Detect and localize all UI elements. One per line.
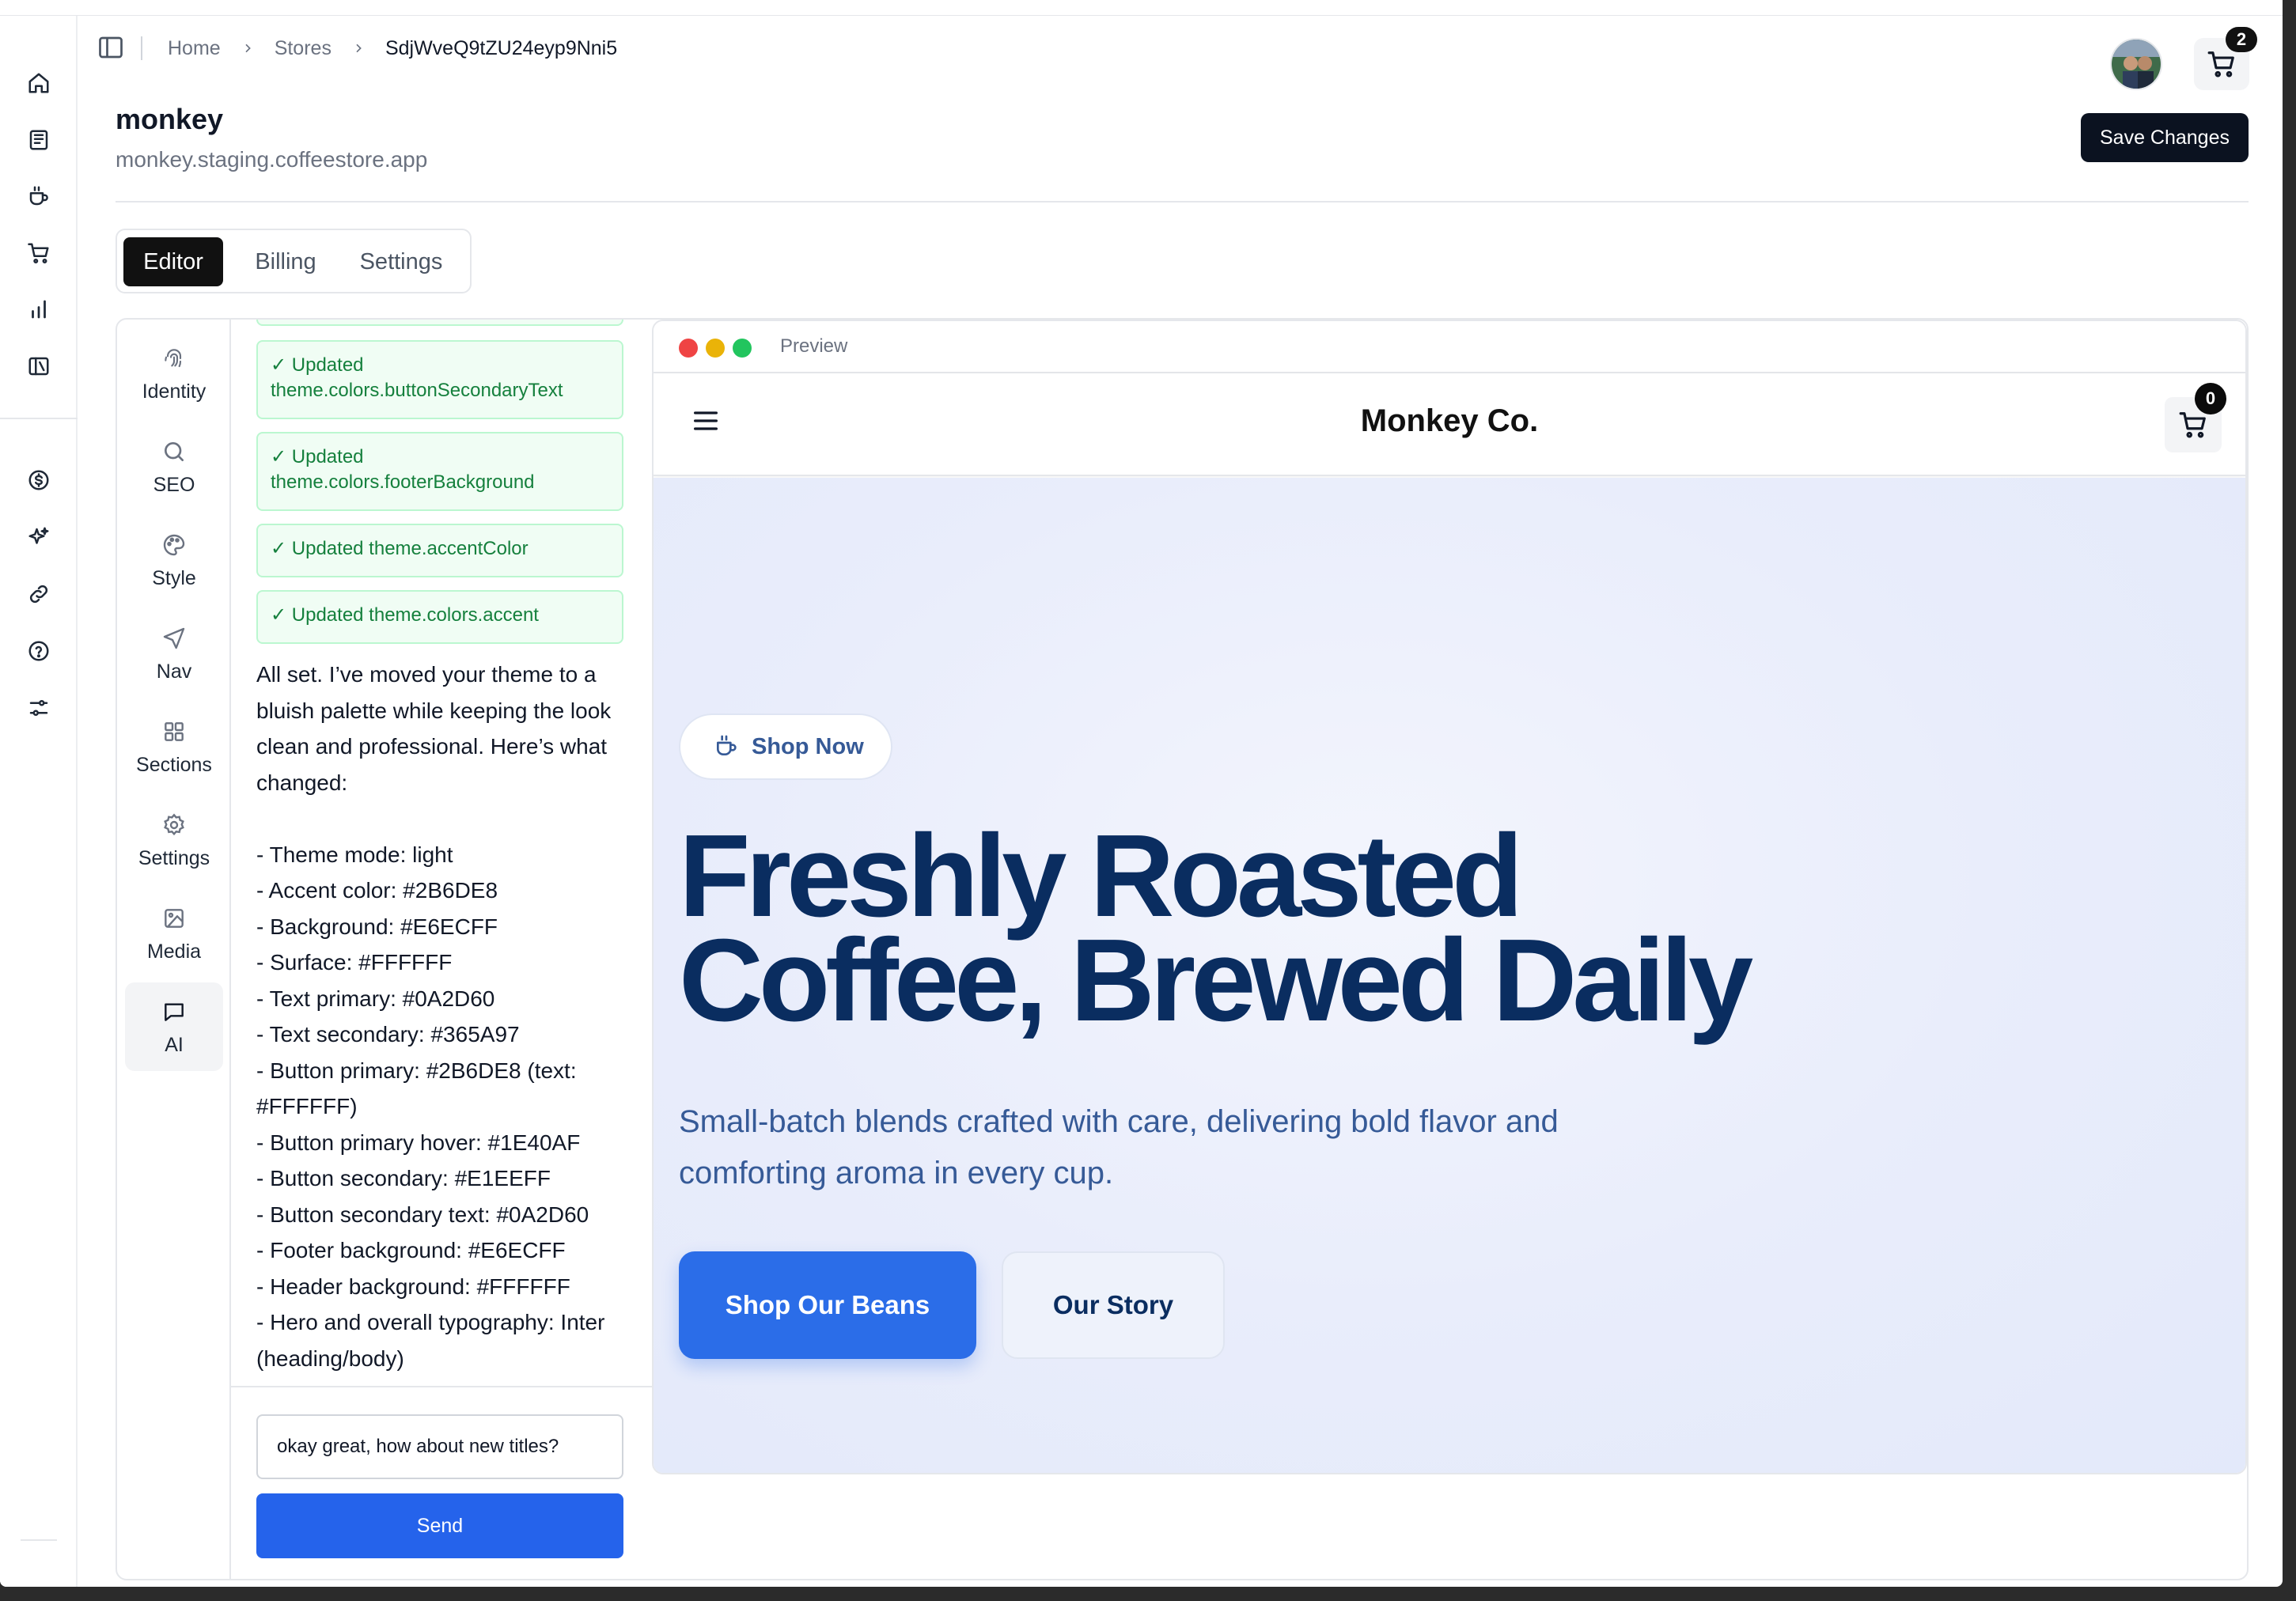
tab-editor[interactable]: Editor (123, 237, 223, 286)
section-nav-seo[interactable]: SEO (125, 422, 223, 511)
breadcrumb-home[interactable]: Home (168, 37, 221, 60)
section-nav-label: Settings (138, 846, 210, 869)
link-icon[interactable] (19, 574, 59, 614)
cart-icon (2207, 49, 2237, 79)
editor-tabs: Editor Billing Settings (116, 229, 472, 293)
rail-bottom-divider (21, 1539, 57, 1541)
coffee-icon (714, 733, 741, 760)
store-cart-button[interactable]: 0 (2165, 383, 2226, 452)
section-nav-label: SEO (153, 473, 195, 496)
library-icon[interactable] (19, 346, 59, 386)
editor-panel: Identity SEO Style Nav Sections Settings… (116, 318, 2249, 1580)
preview-label: Preview (780, 335, 848, 357)
section-nav-settings[interactable]: Settings (125, 796, 223, 884)
home-icon[interactable] (19, 63, 59, 103)
update-card: ✓ Updated theme.colors.accent (256, 590, 623, 644)
app-window: Home Stores SdjWveQ9tZU24eyp9Nni5 2 monk… (0, 0, 2283, 1587)
chat-icon (160, 997, 188, 1026)
chevron-right-icon (241, 42, 254, 55)
gear-icon (160, 811, 188, 839)
update-card: ✓ Updated theme.colors.footerBackground (256, 432, 623, 511)
close-dot (679, 339, 698, 358)
cart-icon[interactable] (19, 233, 59, 273)
tab-settings[interactable]: Settings (343, 237, 459, 286)
navigation-icon (160, 624, 188, 653)
update-card: ✓ Updated theme.accentColor (256, 524, 623, 577)
section-nav-label: Identity (142, 380, 206, 403)
section-nav-label: Media (146, 940, 202, 963)
palette-icon (160, 531, 188, 559)
store-cart-count-badge: 0 (2195, 383, 2226, 414)
store-preview: Preview Monkey Co. 0 Shop Now Freshly Ro… (652, 320, 2247, 1474)
app-rail (0, 16, 78, 1587)
store-name: monkey (116, 103, 224, 135)
hero-title: Freshly Roasted Coffee, Brewed Daily (679, 811, 1866, 1046)
header-cart-button[interactable]: 2 (2194, 27, 2257, 90)
rail-divider (0, 418, 78, 419)
minimize-dot (706, 339, 725, 358)
avatar[interactable] (2110, 38, 2162, 90)
search-icon (160, 437, 188, 466)
chat-input[interactable]: okay great, how about new titles? (256, 1414, 623, 1479)
shop-our-beans-button[interactable]: Shop Our Beans (679, 1251, 976, 1359)
section-nav: Identity SEO Style Nav Sections Settings… (117, 320, 231, 1579)
section-nav-media[interactable]: Media (125, 889, 223, 978)
maximize-dot (733, 339, 752, 358)
store-domain: monkey.staging.coffeestore.app (116, 147, 428, 172)
newspaper-icon[interactable] (19, 120, 59, 160)
cart-count-badge: 2 (2226, 27, 2257, 52)
sidebar-toggle-icon[interactable] (95, 32, 127, 63)
hero-title-line: Coffee, Brewed Daily (679, 915, 1753, 1046)
section-nav-nav[interactable]: Nav (125, 609, 223, 698)
sliders-icon[interactable] (19, 688, 59, 728)
sparkles-icon[interactable] (19, 517, 59, 557)
help-icon[interactable] (19, 631, 59, 671)
section-nav-sections[interactable]: Sections (125, 702, 223, 791)
cart-icon (2178, 410, 2208, 440)
breadcrumb: Home Stores SdjWveQ9tZU24eyp9Nni5 (168, 36, 617, 61)
store-brand[interactable]: Monkey Co. (654, 403, 2245, 439)
dollar-icon[interactable] (19, 460, 59, 500)
section-nav-label: AI (165, 1033, 184, 1056)
top-bar: Home Stores SdjWveQ9tZU24eyp9Nni5 2 (78, 16, 2283, 90)
section-nav-identity[interactable]: Identity (125, 329, 223, 418)
store-header: Monkey Co. 0 (654, 373, 2245, 476)
section-nav-label: Style (152, 566, 196, 589)
update-card: ✓ Updated theme.colors.buttonSecondaryTe… (256, 340, 623, 419)
header-divider (116, 201, 2249, 202)
fingerprint-icon (160, 344, 188, 373)
window-top-strip (0, 0, 2283, 16)
section-nav-label: Nav (156, 660, 192, 683)
hero-section: Shop Now Freshly Roasted Coffee, Brewed … (654, 478, 2245, 1473)
preview-toolbar: Preview (654, 321, 2245, 373)
image-icon (160, 904, 188, 933)
send-button[interactable]: Send (256, 1493, 623, 1558)
grid-icon (160, 717, 188, 746)
update-card-clipped (256, 320, 623, 326)
ai-response-message: All set. I’ve moved your theme to a blui… (256, 662, 612, 1371)
save-changes-button[interactable]: Save Changes (2081, 113, 2249, 162)
section-nav-style[interactable]: Style (125, 516, 223, 604)
breadcrumb-stores[interactable]: Stores (275, 37, 332, 60)
breadcrumb-current: SdjWveQ9tZU24eyp9Nni5 (385, 36, 618, 59)
tab-billing[interactable]: Billing (234, 237, 337, 286)
chart-icon[interactable] (19, 290, 59, 329)
chevron-right-icon (352, 42, 365, 55)
topbar-separator (141, 36, 142, 60)
coffee-icon[interactable] (19, 176, 59, 216)
hero-title-line: Freshly Roasted (679, 811, 1523, 941)
our-story-button[interactable]: Our Story (1002, 1251, 1225, 1359)
section-nav-label: Sections (136, 753, 212, 776)
shop-now-label: Shop Now (752, 733, 864, 759)
hero-subtitle: Small-batch blends crafted with care, de… (679, 1104, 1559, 1190)
section-nav-ai[interactable]: AI (125, 982, 223, 1071)
shop-now-pill[interactable]: Shop Now (679, 713, 892, 780)
